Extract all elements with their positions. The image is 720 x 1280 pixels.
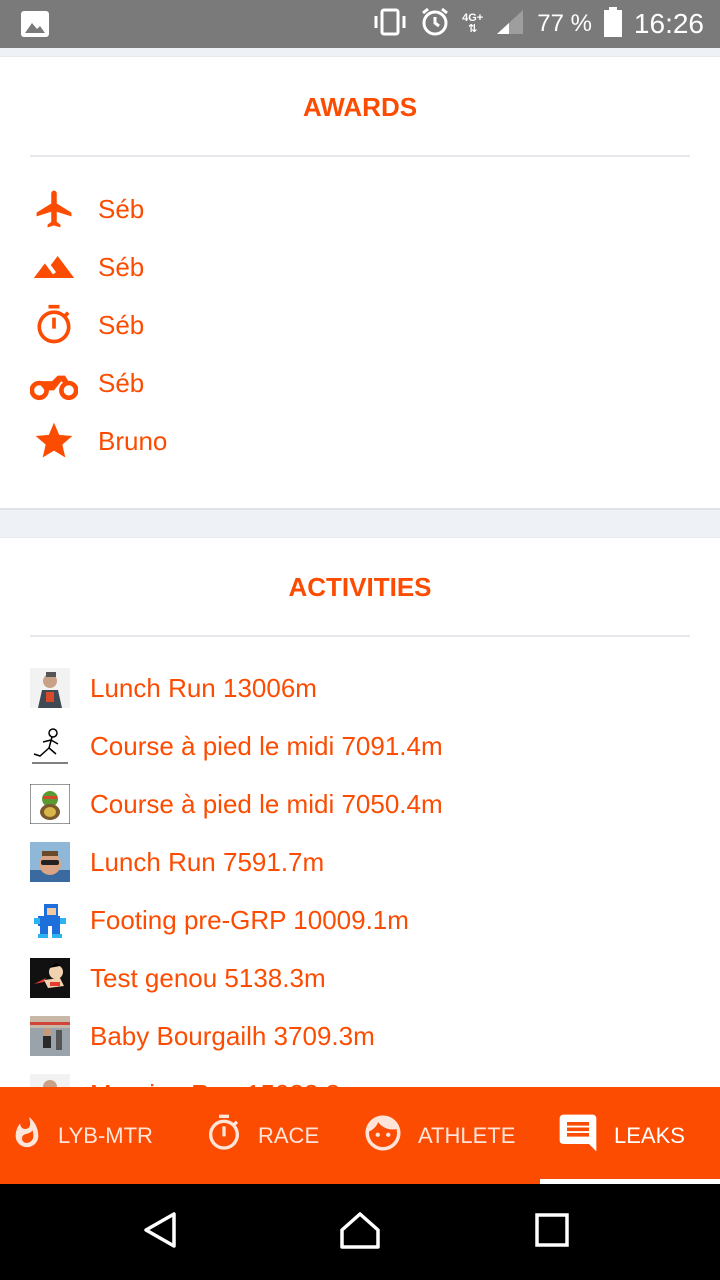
race-photo-avatar: [30, 1016, 70, 1056]
tab-label: RACE: [258, 1122, 320, 1148]
award-item-time[interactable]: Séb: [30, 296, 144, 354]
activity-label: Lunch Run 13006m: [90, 672, 317, 703]
astro-avatar: [30, 958, 70, 998]
flame-icon: [10, 1113, 44, 1158]
vibrate-icon: [372, 8, 408, 41]
battery-icon: [603, 6, 622, 42]
activity-item[interactable]: Test genou 5138.3m: [30, 949, 326, 1007]
recents-icon: [534, 1212, 570, 1253]
awards-title: AWARDS: [302, 92, 418, 122]
star-icon: [30, 417, 78, 465]
activity-label: Course à pied le midi 7050.4m: [90, 788, 443, 819]
activity-item[interactable]: Footing pre-GRP 10009.1m: [30, 891, 409, 949]
back-button[interactable]: [110, 1184, 210, 1280]
face-icon: [362, 1112, 404, 1159]
top-separator: [0, 48, 720, 57]
home-button[interactable]: [310, 1184, 410, 1280]
stopwatch-icon: [204, 1113, 244, 1158]
tab-race[interactable]: RACE: [180, 1087, 360, 1184]
award-item-elevation[interactable]: Séb: [30, 238, 144, 296]
activity-label: Test genou 5138.3m: [90, 962, 326, 993]
turtle-avatar: [29, 783, 71, 825]
activities-card: ACTIVITIES Lunch Run 13006m Course à pie…: [0, 538, 720, 1087]
runner-photo-avatar: [30, 1074, 70, 1087]
back-icon: [140, 1210, 180, 1255]
megaman-avatar: [30, 900, 70, 940]
activity-label: Lunch Run 7591.7m: [90, 846, 325, 877]
chat-icon: [556, 1111, 600, 1160]
data-arrows-icon: 4G+ ⇅: [462, 12, 484, 35]
activity-item[interactable]: Lunch Run 13006m: [30, 659, 317, 717]
awards-divider: [30, 155, 690, 157]
activities-divider: [30, 635, 690, 637]
award-item-speed[interactable]: Séb: [30, 354, 144, 412]
signal-icon: [495, 8, 525, 41]
tab-athlete[interactable]: ATHLETE: [360, 1087, 540, 1184]
award-item-star[interactable]: Bruno: [30, 412, 167, 470]
battery-percent: 77 %: [537, 10, 592, 37]
activity-item[interactable]: Lunch Run 7591.7m: [30, 833, 324, 891]
tab-label: LYB-MTR: [58, 1122, 153, 1148]
awards-card: AWARDS Séb Séb Séb Séb Bruno: [0, 58, 720, 508]
award-label: Séb: [98, 309, 145, 340]
section-separator: [0, 508, 720, 538]
activity-item[interactable]: Baby Bourgailh 3709.3m: [30, 1007, 375, 1065]
bottom-navigation: LYB-MTR RACE ATHLETE LEAKS: [0, 1087, 720, 1184]
mountain-icon: [30, 243, 78, 291]
activity-item[interactable]: Course à pied le midi 7050.4m: [29, 775, 443, 833]
activity-label: Footing pre-GRP 10009.1m: [90, 904, 409, 935]
activities-title: ACTIVITIES: [288, 572, 432, 602]
runner-photo-avatar: [30, 668, 70, 708]
activity-label: Course à pied le midi 7091.4m: [90, 730, 443, 761]
tab-leaks[interactable]: LEAKS: [540, 1087, 720, 1184]
home-icon: [338, 1210, 382, 1255]
alarm-icon: [420, 7, 450, 42]
tab-label: ATHLETE: [418, 1122, 516, 1148]
image-icon: [20, 10, 50, 43]
recents-button[interactable]: [502, 1184, 602, 1280]
award-label: Séb: [98, 193, 145, 224]
system-navigation-bar: [0, 1184, 720, 1280]
tab-label: LEAKS: [614, 1122, 685, 1148]
clock: 16:26: [633, 8, 704, 39]
motorcycle-icon: [30, 359, 78, 407]
selfie-avatar: [30, 842, 70, 882]
award-label: Séb: [98, 367, 145, 398]
stopwatch-icon: [30, 301, 78, 349]
airplane-icon: [30, 185, 78, 233]
activity-label: Baby Bourgailh 3709.3m: [90, 1020, 375, 1051]
activity-label: Morning Run 15032.3m: [90, 1079, 362, 1088]
status-bar: 4G+ ⇅ 77 % 16:26: [0, 0, 720, 48]
award-label: Séb: [98, 251, 145, 282]
award-label: Bruno: [98, 425, 168, 456]
activity-item[interactable]: Course à pied le midi 7091.4m: [30, 717, 443, 775]
stick-runner-avatar: [30, 726, 70, 766]
award-item-flight[interactable]: Séb: [30, 180, 144, 238]
activity-item[interactable]: Morning Run 15032.3m: [30, 1065, 362, 1087]
tab-lyb-mtr[interactable]: LYB-MTR: [0, 1087, 180, 1184]
